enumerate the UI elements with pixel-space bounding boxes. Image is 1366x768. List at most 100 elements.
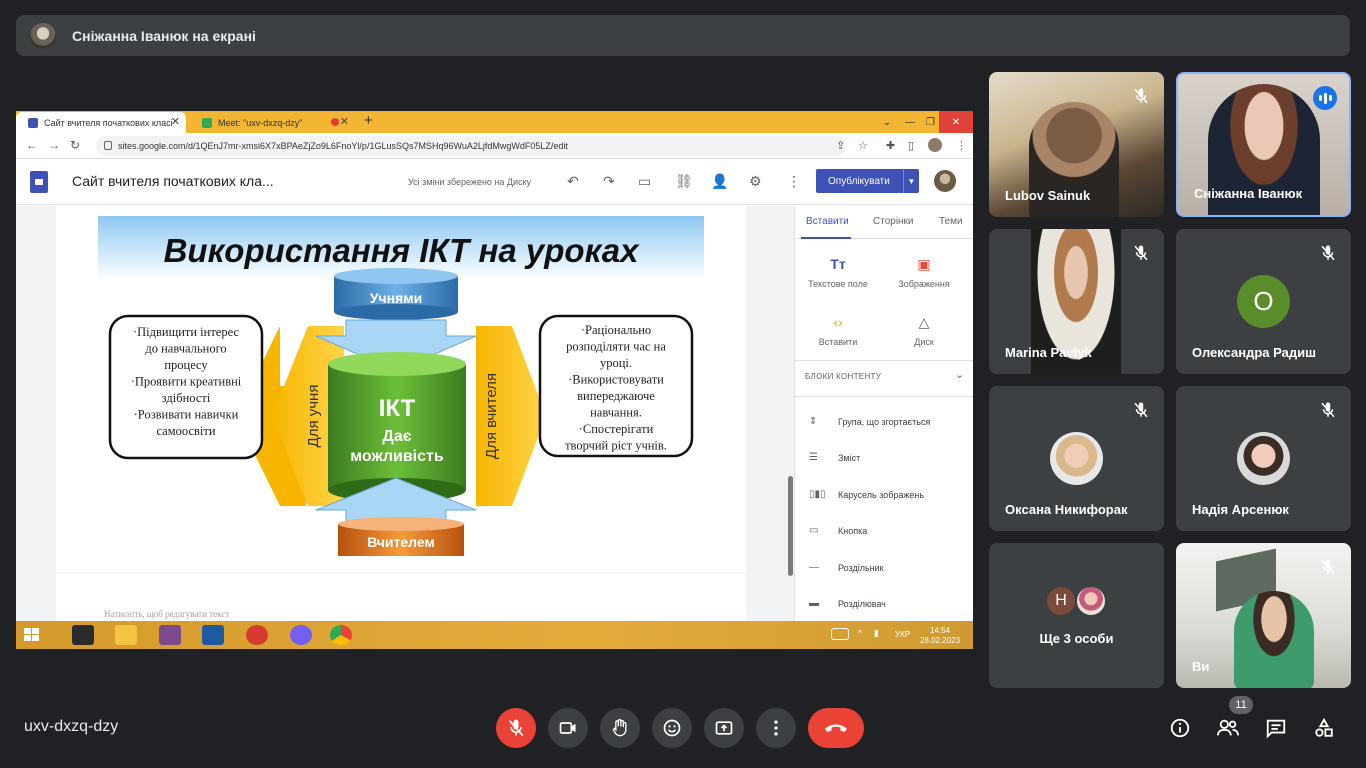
camera-toggle-button[interactable] — [548, 708, 588, 748]
forward-icon[interactable]: → — [48, 138, 60, 152]
link-icon[interactable]: ⛓ — [675, 173, 693, 190]
mic-toggle-button[interactable] — [496, 708, 536, 748]
tray-chevron-icon[interactable]: ^ — [858, 628, 862, 648]
tab-pages[interactable]: Сторінки — [873, 216, 914, 227]
more-options-button[interactable] — [756, 708, 796, 748]
edit-text-hint[interactable]: Натисніть, щоб редагувати текст — [104, 609, 229, 619]
participant-tile[interactable]: Оксана Никифорак — [989, 386, 1164, 531]
taskbar-clock[interactable]: 14:54 28.02.2023 — [920, 626, 960, 646]
more-options-icon[interactable]: ⋮ — [787, 173, 801, 190]
leftbox-line: самоосвіти — [156, 424, 215, 438]
more-participants-tile[interactable]: Н Ще 3 особи — [989, 543, 1164, 688]
reactions-button[interactable] — [652, 708, 692, 748]
participant-tile[interactable]: Marina Pavlyk — [989, 229, 1164, 374]
chevron-down-icon[interactable]: ⌄ — [955, 368, 964, 381]
google-sites-logo-icon[interactable] — [30, 171, 48, 193]
sites-header: Сайт вчителя початкових кла... Усі зміни… — [16, 159, 973, 205]
chat-button[interactable] — [1262, 714, 1290, 742]
preview-icon[interactable]: ▭ — [638, 173, 651, 190]
participant-tile[interactable]: Надія Арсенюк — [1176, 386, 1351, 531]
publish-dropdown-icon[interactable]: ▼ — [903, 169, 919, 193]
winrar-icon[interactable] — [159, 625, 181, 645]
carousel-icon: ▯▮▯ — [809, 489, 826, 500]
leave-call-button[interactable] — [808, 708, 864, 748]
people-button[interactable] — [1214, 714, 1242, 742]
canvas-scrollbar[interactable] — [788, 476, 793, 576]
keyboard-icon[interactable] — [831, 628, 849, 640]
top-cylinder-label: Учнями — [370, 290, 422, 306]
publish-button[interactable]: Опублікувати ▼ — [816, 169, 919, 193]
meet-favicon-icon — [202, 117, 212, 128]
left-arrow-label: Для учня — [305, 385, 322, 448]
settings-gear-icon[interactable]: ⚙ — [749, 173, 762, 190]
input-language[interactable]: УКР — [895, 630, 910, 639]
tab-close-icon[interactable]: ✕ — [340, 115, 349, 128]
self-view-tile[interactable]: Ви — [1176, 543, 1351, 688]
text-box-tool[interactable]: Tт Текстове поле — [798, 256, 878, 289]
raise-hand-button[interactable] — [600, 708, 640, 748]
site-page[interactable]: Використання ІКТ на уроках Для учня Для … — [56, 206, 746, 621]
account-avatar[interactable] — [934, 170, 956, 192]
site-title[interactable]: Сайт вчителя початкових кла... — [72, 173, 274, 189]
active-tab-underline — [801, 237, 851, 239]
tool-label: Зображення — [898, 279, 950, 289]
extensions-icon[interactable]: ✚ — [886, 139, 895, 152]
share-with-others-icon[interactable]: 👤 — [711, 173, 728, 190]
content-blocks-header[interactable]: БЛОКИ КОНТЕНТУ — [805, 372, 881, 381]
tab-themes[interactable]: Теми — [939, 216, 963, 227]
new-tab-icon[interactable]: + — [364, 112, 373, 129]
mic-off-icon — [1321, 402, 1335, 418]
network-icon[interactable]: ▮ — [874, 628, 879, 648]
participant-tile[interactable]: Lubov Sainuk — [989, 72, 1164, 217]
block-label: Роздільник — [838, 562, 884, 573]
block-collapsible-group[interactable]: ⇕ Група, що згортається — [809, 416, 930, 427]
tab-list-chevron-icon[interactable]: ⌄ — [883, 111, 891, 133]
speaking-indicator-icon — [1313, 86, 1337, 110]
minimize-icon[interactable]: — — [905, 111, 915, 133]
drive-tool[interactable]: △ Диск — [884, 314, 964, 347]
publish-button-label: Опублікувати — [828, 175, 890, 187]
undo-icon[interactable]: ↶ — [567, 173, 579, 190]
reload-icon[interactable]: ↻ — [70, 138, 80, 152]
restore-icon[interactable]: ❐ — [926, 111, 935, 133]
participant-tile-active-speaker[interactable]: Сніжанна Іванюк — [1176, 72, 1351, 217]
chrome-icon[interactable] — [330, 625, 352, 645]
block-image-carousel[interactable]: ▯▮▯ Карусель зображень — [809, 489, 924, 500]
block-button[interactable]: ▭ Кнопка — [809, 525, 867, 536]
viber-icon[interactable] — [290, 625, 312, 645]
back-icon[interactable]: ← — [26, 138, 38, 152]
share-icon[interactable]: ⇪ — [836, 139, 845, 152]
bottom-cylinder-label: Вчителем — [367, 534, 435, 550]
url-input[interactable]: sites.google.com/d/1QEnJ7mr-xmsi6X7xBPAe… — [96, 136, 846, 156]
window-close-icon[interactable]: ✕ — [939, 111, 973, 133]
tab-close-icon[interactable]: ✕ — [171, 115, 180, 128]
embed-tool[interactable]: ‹› Вставити — [798, 314, 878, 347]
slide-image[interactable]: Використання ІКТ на уроках Для учня Для … — [56, 206, 746, 621]
present-screen-button[interactable] — [704, 708, 744, 748]
profile-avatar-icon[interactable] — [928, 138, 942, 152]
tab-insert[interactable]: Вставити — [806, 216, 849, 227]
calendar-app-icon[interactable] — [72, 625, 94, 645]
leftbox-line: здібності — [162, 391, 211, 405]
people-icon — [1217, 719, 1239, 736]
meeting-details-button[interactable] — [1166, 714, 1194, 742]
redo-icon[interactable]: ↷ — [603, 173, 615, 190]
block-toc[interactable]: ☰ Зміст — [809, 452, 860, 463]
media-app-icon[interactable] — [246, 625, 268, 645]
url-text: sites.google.com/d/1QEnJ7mr-xmsi6X7xBPAe… — [118, 141, 568, 151]
block-divider[interactable]: — Роздільник — [809, 562, 884, 573]
windows-start-icon[interactable] — [24, 628, 40, 642]
mic-off-icon — [508, 719, 524, 737]
activities-button[interactable] — [1310, 714, 1338, 742]
block-spacer[interactable]: ▬ Розділювач — [809, 598, 886, 609]
image-tool[interactable]: ▣ Зображення — [884, 256, 964, 289]
side-panel-icon[interactable]: ▯ — [908, 139, 914, 152]
file-explorer-icon[interactable] — [115, 625, 137, 645]
security-app-icon[interactable] — [202, 625, 224, 645]
bookmark-star-icon[interactable]: ☆ — [858, 139, 868, 152]
browser-tab-sites[interactable]: Сайт вчителя початкових класі ✕ — [16, 112, 186, 133]
recording-dot-icon — [331, 118, 339, 126]
browser-menu-icon[interactable]: ⋮ — [956, 139, 967, 152]
participant-tile[interactable]: О Олександра Радиш — [1176, 229, 1351, 374]
browser-tab-meet[interactable]: Meet: "uxv-dxzq-dzy" ✕ — [190, 112, 355, 133]
